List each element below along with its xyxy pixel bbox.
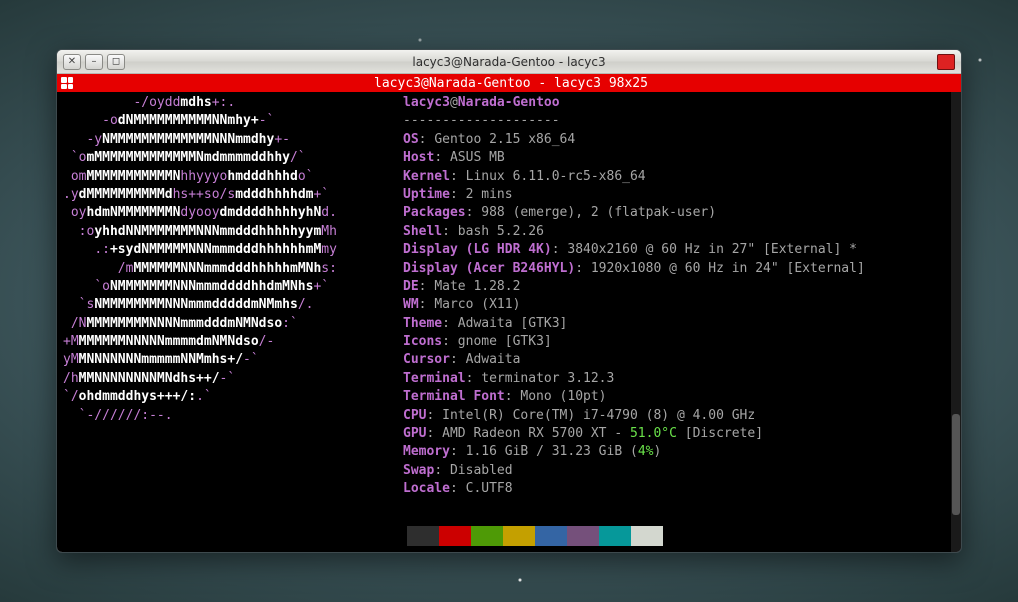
- info-line: Shell: bash 5.2.26: [403, 223, 949, 241]
- logo-line: `-//////:--.: [63, 407, 403, 425]
- logo-line: yMMNNNNNNNmmmmmNNMmhs+/-`: [63, 351, 403, 369]
- window-maximize-button[interactable]: ◻: [107, 54, 125, 70]
- info-line: Kernel: Linux 6.11.0-rc5-x86_64: [403, 168, 949, 186]
- info-line: OS: Gentoo 2.15 x86_64: [403, 131, 949, 149]
- maximize-icon: ◻: [112, 57, 120, 67]
- info-line: Swap: Disabled: [403, 462, 949, 480]
- info-line: Terminal: terminator 3.12.3: [403, 370, 949, 388]
- info-line: Host: ASUS MB: [403, 149, 949, 167]
- minimize-icon: –: [92, 57, 97, 67]
- info-line: WM: Marco (X11): [403, 296, 949, 314]
- logo-line: `sNMMMMMMMMNNNmmmdddddmNMmhs/.: [63, 296, 403, 314]
- info-line: GPU: AMD Radeon RX 5700 XT - 51.0°C [Dis…: [403, 425, 949, 443]
- terminal-window: ✕ – ◻ lacyc3@Narada-Gentoo - lacyc3 lacy…: [56, 49, 962, 553]
- window-minimize-button[interactable]: –: [85, 54, 103, 70]
- color-swatch: [439, 526, 471, 546]
- info-line: Packages: 988 (emerge), 2 (flatpak-user): [403, 204, 949, 222]
- scrollbar-thumb[interactable]: [952, 414, 960, 515]
- color-palette: [407, 526, 663, 546]
- logo-line: -odNMMMMMMMMMMNNmhy+-`: [63, 112, 403, 130]
- ascii-logo: -/oyddmdhs+:. -odNMMMMMMMMMMNNmhy+-` -yN…: [63, 94, 403, 552]
- info-line: Display (Acer B246HYL): 1920x1080 @ 60 H…: [403, 260, 949, 278]
- logo-line: oyhdmNMMMMMMMNdyooydmddddhhhhyhNd.: [63, 204, 403, 222]
- logo-line: -/oyddmdhs+:.: [63, 94, 403, 112]
- terminal-tab-bar[interactable]: lacyc3@Narada-Gentoo - lacyc3 98x25: [57, 74, 961, 92]
- info-line: Cursor: Adwaita: [403, 351, 949, 369]
- close-icon: ✕: [68, 57, 76, 67]
- window-title: lacyc3@Narada-Gentoo - lacyc3: [57, 55, 961, 69]
- info-line: Locale: C.UTF8: [403, 480, 949, 498]
- info-line: Icons: gnome [GTK3]: [403, 333, 949, 351]
- logo-line: `/ohdmmddhys+++/:.`: [63, 388, 403, 406]
- info-line: lacyc3@Narada-Gentoo: [403, 94, 949, 112]
- logo-line: `oNMMMMMMMNNNmmmddddhhdmMNhs+`: [63, 278, 403, 296]
- logo-line: /mMMMMMMNNNmmmdddhhhhhmMNhs:: [63, 260, 403, 278]
- color-swatch: [599, 526, 631, 546]
- terminal-area: lacyc3@Narada-Gentoo - lacyc3 98x25 -/oy…: [57, 74, 961, 552]
- logo-line: +MMMMMMMNNNNNmmmmdmNMNdso/-: [63, 333, 403, 351]
- window-menu-indicator[interactable]: [937, 54, 955, 70]
- logo-line: /NMMMMMMMMNNNNmmmdddmNMNdso:`: [63, 315, 403, 333]
- info-line: --------------------: [403, 112, 949, 130]
- info-line: CPU: Intel(R) Core(TM) i7-4790 (8) @ 4.0…: [403, 407, 949, 425]
- color-swatch: [631, 526, 663, 546]
- color-swatch: [503, 526, 535, 546]
- info-line: Uptime: 2 mins: [403, 186, 949, 204]
- terminal-scrollbar[interactable]: [951, 92, 961, 552]
- window-button-group: ✕ – ◻: [63, 54, 125, 70]
- info-line: Terminal Font: Mono (10pt): [403, 388, 949, 406]
- window-titlebar[interactable]: ✕ – ◻ lacyc3@Narada-Gentoo - lacyc3: [57, 50, 961, 74]
- color-swatch: [535, 526, 567, 546]
- color-swatch: [567, 526, 599, 546]
- info-line: Theme: Adwaita [GTK3]: [403, 315, 949, 333]
- logo-line: `omMMMMMMMMMMMMMNmdmmmmddhhy/`: [63, 149, 403, 167]
- logo-line: /hMMNNNNNNNNMNdhs++/-`: [63, 370, 403, 388]
- color-swatch: [407, 526, 439, 546]
- info-line: DE: Mate 1.28.2: [403, 278, 949, 296]
- logo-line: .ydMMMMMMMMMMdhs++so/smdddhhhhdm+`: [63, 186, 403, 204]
- terminal-output: -/oyddmdhs+:. -odNMMMMMMMMMMNNmhy+-` -yN…: [63, 94, 949, 552]
- fastfetch-info: lacyc3@Narada-Gentoo--------------------…: [403, 94, 949, 552]
- color-swatch: [471, 526, 503, 546]
- info-line: Memory: 1.16 GiB / 31.23 GiB (4%): [403, 443, 949, 461]
- logo-line: :oyhhdNNMMMMMMMNNNmmdddhhhhhyymMh: [63, 223, 403, 241]
- logo-line: omMMMMMMMMMMMNhhyyyohmdddhhhdo`: [63, 168, 403, 186]
- window-close-button[interactable]: ✕: [63, 54, 81, 70]
- info-line: Display (LG HDR 4K): 3840x2160 @ 60 Hz i…: [403, 241, 949, 259]
- logo-line: .:+sydNMMMMMNNNmmmdddhhhhhhmMmy: [63, 241, 403, 259]
- terminal-body[interactable]: -/oyddmdhs+:. -odNMMMMMMMMMMNNmhy+-` -yN…: [57, 92, 961, 552]
- terminal-tab-label: lacyc3@Narada-Gentoo - lacyc3 98x25: [61, 76, 961, 91]
- logo-line: -yNMMMMMMMMMMMMMNNNmmdhy+-: [63, 131, 403, 149]
